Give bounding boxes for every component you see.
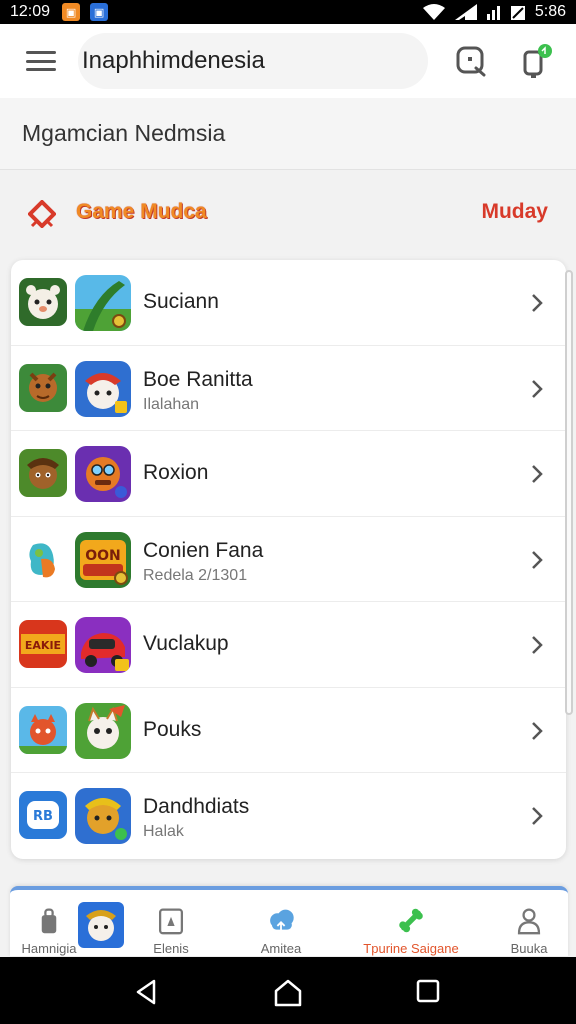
list-item[interactable]: Boe Ranitta Ilalahan xyxy=(11,346,566,431)
item-title: Roxion xyxy=(143,461,209,484)
status-time: 12:09 xyxy=(10,3,51,20)
item-subtitle: Redela 2/1301 xyxy=(143,566,248,584)
game-thumbnail xyxy=(75,702,131,759)
bag-icon xyxy=(41,908,57,934)
tablet-icon xyxy=(158,908,184,935)
back-icon[interactable] xyxy=(134,979,160,1005)
game-thumbnail xyxy=(75,617,131,673)
system-nav-bar xyxy=(0,957,576,1024)
bottom-nav: Hamnigia Elenis Amitea Tpurine Saigane B… xyxy=(10,886,568,956)
chevron-right-icon xyxy=(532,379,543,398)
item-title: Pouks xyxy=(143,717,202,741)
wifi-icon xyxy=(422,4,445,20)
nav-item-avatar[interactable] xyxy=(76,886,126,952)
section-more-link[interactable]: Muday xyxy=(481,200,548,224)
game-thumbnail xyxy=(19,449,67,497)
game-list: Suciann Boe Ranitta Ilalahan Roxion OON xyxy=(11,260,566,859)
notification-app-icon: ▣ xyxy=(62,3,81,21)
thumb-text: RB xyxy=(33,809,53,824)
app-bar: Inaphhimdenesia xyxy=(0,24,576,98)
battery-icon xyxy=(510,6,525,20)
chevron-right-icon xyxy=(532,807,543,825)
nav-item-tpurine-saigane[interactable]: Tpurine Saigane xyxy=(356,890,466,956)
nav-item-buuka[interactable]: Buuka xyxy=(494,890,564,956)
game-controller-icon xyxy=(28,200,56,228)
game-thumbnail xyxy=(19,278,67,326)
section-header: Game Mudca Muday xyxy=(0,184,576,240)
item-subtitle: Halak xyxy=(143,823,184,840)
notification-app-icon: ▣ xyxy=(90,3,109,21)
nav-label: Tpurine Saigane xyxy=(363,941,459,956)
game-thumbnail: RB xyxy=(19,791,67,839)
nav-item-hamnigia[interactable]: Hamnigia xyxy=(14,890,84,956)
signal-icon xyxy=(454,4,477,20)
nav-label: Buuka xyxy=(510,941,548,956)
item-title: Vuclakup xyxy=(143,632,229,655)
status-bar: 12:09 ▣ ▣ 5:86 xyxy=(0,0,576,24)
game-thumbnail xyxy=(75,360,131,417)
list-item[interactable]: OON Conien Fana Redela 2/1301 xyxy=(11,517,566,602)
signal-icon xyxy=(486,6,500,20)
item-title: Suciann xyxy=(143,290,219,313)
nav-label: Amitea xyxy=(260,941,302,956)
thumb-text: OON xyxy=(85,548,121,564)
bone-icon xyxy=(399,908,423,933)
list-item[interactable]: RB Dandhdiats Halak xyxy=(11,773,566,859)
menu-icon[interactable] xyxy=(26,51,56,71)
game-thumbnail: EAKIE xyxy=(19,620,67,668)
chevron-right-icon xyxy=(532,465,543,483)
chevron-right-icon xyxy=(532,550,543,569)
person-icon xyxy=(517,908,541,935)
list-item[interactable]: Roxion xyxy=(11,431,566,517)
chat-icon[interactable] xyxy=(454,44,488,78)
nav-item-elenis[interactable]: Elenis xyxy=(136,890,206,956)
avatar-thumb xyxy=(78,902,124,948)
recents-icon[interactable] xyxy=(416,979,440,1003)
game-thumbnail xyxy=(19,534,67,583)
list-item[interactable]: EAKIE Vuclakup xyxy=(11,602,566,688)
scrollbar[interactable] xyxy=(565,270,573,715)
battery-text: 5:86 xyxy=(534,3,566,20)
list-item[interactable]: Suciann xyxy=(11,260,566,346)
item-title: Conien Fana xyxy=(143,538,264,562)
game-thumbnail xyxy=(19,363,67,412)
nav-label: Elenis xyxy=(153,941,189,956)
chevron-right-icon xyxy=(532,721,543,740)
item-title: Dandhdiats xyxy=(143,795,250,818)
game-thumbnail xyxy=(75,788,131,844)
sub-header: Mgamcian Nedmsia xyxy=(0,98,576,170)
game-thumbnail: OON xyxy=(75,531,131,588)
nav-label: Hamnigia xyxy=(21,941,77,956)
game-thumbnail xyxy=(75,275,131,331)
notification-icon[interactable] xyxy=(518,44,552,78)
chevron-right-icon xyxy=(532,294,543,312)
game-thumbnail xyxy=(75,446,131,502)
item-subtitle: Ilalahan xyxy=(143,395,200,413)
nav-item-amitea[interactable]: Amitea xyxy=(246,890,316,956)
chevron-right-icon xyxy=(532,636,543,654)
section-title: Game Mudca xyxy=(76,200,207,223)
app-title: Inaphhimdenesia xyxy=(82,47,265,74)
home-icon[interactable] xyxy=(274,979,302,1007)
thumb-text: EAKIE xyxy=(25,639,61,652)
cloud-icon xyxy=(270,909,294,934)
app-title-bar[interactable]: Inaphhimdenesia xyxy=(78,33,428,89)
item-title: Boe Ranitta xyxy=(143,367,253,391)
game-thumbnail xyxy=(19,705,67,754)
list-item[interactable]: Pouks xyxy=(11,688,566,773)
sub-header-text: Mgamcian Nedmsia xyxy=(22,120,226,146)
